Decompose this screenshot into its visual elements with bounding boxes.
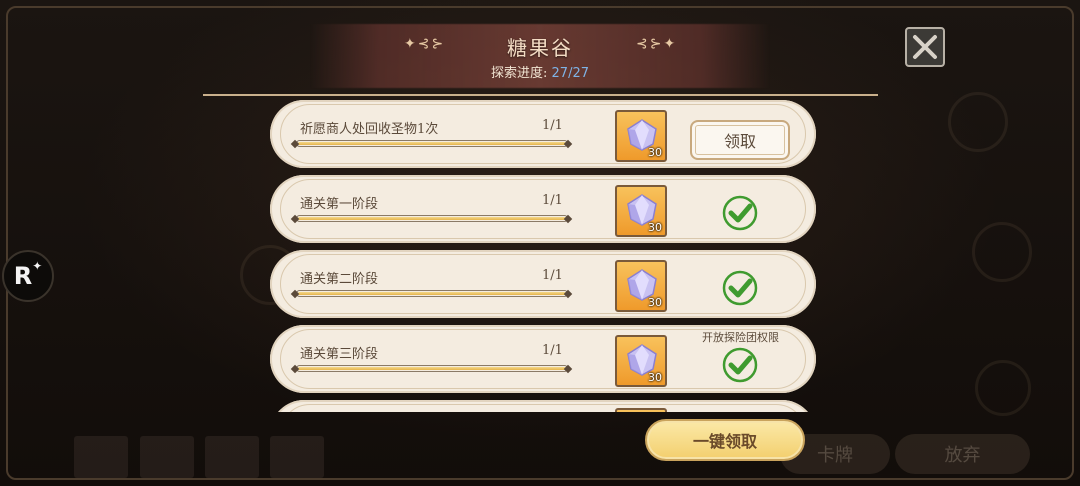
task-progress-bar (296, 290, 568, 297)
reward-item[interactable]: 30 (615, 260, 667, 312)
claim-button[interactable]: 领取 (690, 120, 790, 160)
task-progress-bar (296, 215, 568, 222)
task-row: 通关第一阶段 1/1 30 (270, 175, 816, 243)
task-count: 1/1 (542, 268, 563, 283)
reward-quantity: 30 (648, 371, 662, 384)
close-button[interactable] (905, 27, 945, 67)
side-r-button[interactable]: R ✦ (2, 250, 54, 302)
close-icon (913, 35, 937, 59)
reward-item[interactable]: 30 (615, 185, 667, 237)
background-card (205, 436, 259, 478)
reward-quantity: 30 (648, 146, 662, 159)
task-progress-fill (298, 292, 566, 295)
bar-cap-right (563, 214, 573, 224)
background-abandon-button: 放弃 (895, 434, 1030, 474)
task-title: 通关第二阶段 (300, 272, 379, 287)
task-count: 1/1 (542, 343, 563, 358)
background-node (948, 92, 1008, 152)
reward-quantity: 30 (648, 296, 662, 309)
bar-cap-right (563, 289, 573, 299)
task-title: 祈愿商人处回收圣物1次 (300, 122, 439, 137)
background-node (975, 360, 1031, 416)
bar-cap-right (563, 139, 573, 149)
bar-cap-right (563, 364, 573, 374)
task-title: 通关第一阶段 (300, 197, 379, 212)
exploration-progress-value: 27/27 (551, 66, 589, 81)
check-icon (722, 270, 758, 306)
task-row (270, 400, 816, 412)
header-divider (203, 94, 878, 96)
task-progress-fill (298, 217, 566, 220)
task-row: 祈愿商人处回收圣物1次 1/1 30 领取 (270, 100, 816, 168)
task-count: 1/1 (542, 118, 563, 133)
reward-item[interactable]: 30 (615, 110, 667, 162)
unlock-note: 开放探险团权限 (702, 331, 779, 344)
background-node (972, 222, 1032, 282)
check-icon (722, 347, 758, 383)
sparkle-icon: ✦ (32, 259, 43, 273)
task-row: 通关第二阶段 1/1 30 (270, 250, 816, 318)
task-count: 1/1 (542, 193, 563, 208)
task-progress-fill (298, 367, 566, 370)
reward-quantity: 30 (648, 221, 662, 234)
reward-item[interactable]: 30 (615, 335, 667, 387)
task-list[interactable]: 祈愿商人处回收圣物1次 1/1 30 领取 通关第一阶段 1/1 30 通关第二… (270, 100, 816, 412)
claim-all-button[interactable]: 一键领取 (645, 419, 805, 461)
reward-item[interactable] (615, 408, 667, 412)
task-title: 通关第三阶段 (300, 347, 379, 362)
task-progress-bar (296, 140, 568, 147)
check-icon (722, 195, 758, 231)
task-row: 通关第三阶段 1/1 30 开放探险团权限 (270, 325, 816, 393)
background-card (140, 436, 194, 478)
side-r-label: R (13, 262, 33, 290)
background-card (74, 436, 128, 478)
background-card (270, 436, 324, 478)
task-progress-bar (296, 365, 568, 372)
exploration-progress-label: 探索进度: (491, 66, 548, 81)
task-progress-fill (298, 142, 566, 145)
